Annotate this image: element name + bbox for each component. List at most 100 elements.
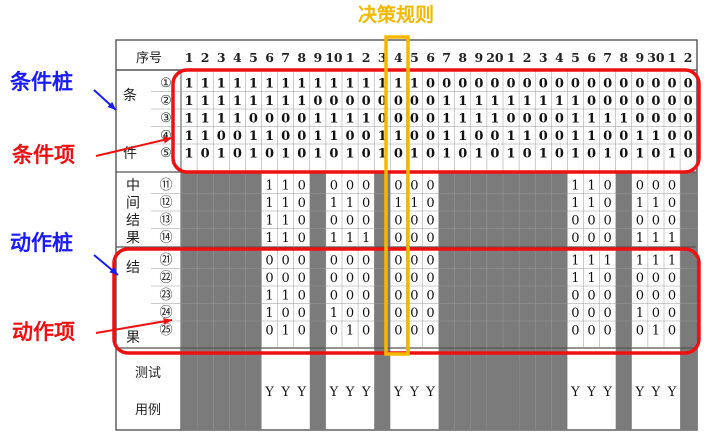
- result-id: ㉑: [159, 253, 172, 268]
- shaded-cell-block: [615, 172, 632, 430]
- result-value: 0: [587, 289, 595, 304]
- result-value: 1: [652, 324, 660, 339]
- condition-value: 0: [362, 129, 371, 144]
- shaded-cell-block: [374, 172, 391, 430]
- intermediate-group-char: 中: [126, 178, 140, 194]
- rule-number: 2: [684, 50, 693, 65]
- result-value: 0: [362, 306, 370, 321]
- shaded-cell-block: [519, 172, 536, 430]
- condition-value: 1: [394, 129, 403, 144]
- shaded-cell-block: [229, 172, 246, 430]
- rule-number: 8: [619, 50, 628, 65]
- condition-value: 1: [587, 129, 596, 144]
- intermediate-value: 1: [282, 231, 290, 246]
- result-value: 0: [604, 324, 612, 339]
- rule-number: 3: [539, 50, 548, 65]
- condition-value: 0: [217, 129, 226, 144]
- condition-value: 0: [426, 147, 435, 162]
- condition-value: 0: [201, 147, 210, 162]
- intermediate-value: 1: [265, 196, 273, 211]
- result-value: 0: [636, 271, 644, 286]
- intermediate-value: 0: [410, 179, 418, 194]
- condition-value: 0: [474, 77, 483, 92]
- intermediate-value: 0: [394, 214, 402, 229]
- condition-value: 1: [362, 77, 371, 92]
- intermediate-id: ⑪: [159, 178, 172, 193]
- condition-value: 1: [313, 112, 322, 127]
- rule-number: 4: [233, 50, 242, 65]
- result-value: 0: [636, 289, 644, 304]
- rule-number: 6: [265, 50, 274, 65]
- condition-value: 0: [297, 147, 306, 162]
- condition-value: 0: [668, 77, 677, 92]
- intermediate-value: 0: [346, 179, 354, 194]
- intermediate-value: 1: [652, 196, 660, 211]
- intermediate-value: 0: [668, 196, 676, 211]
- condition-value: 1: [185, 147, 194, 162]
- condition-value: 0: [394, 112, 403, 127]
- rule-number: 20: [486, 50, 504, 65]
- intermediate-value: 0: [362, 179, 370, 194]
- intermediate-value: 1: [587, 196, 595, 211]
- action-entry-label: 动作项: [12, 320, 75, 344]
- result-value: 0: [394, 306, 402, 321]
- shaded-cell-block: [309, 172, 326, 430]
- condition-value: 1: [217, 77, 226, 92]
- condition-value: 0: [394, 94, 403, 109]
- result-value: 1: [346, 324, 354, 339]
- intermediate-value: 0: [636, 179, 644, 194]
- condition-value: 0: [619, 129, 628, 144]
- condition-value: 0: [684, 147, 693, 162]
- intermediate-value: 0: [604, 196, 612, 211]
- condition-value: 1: [410, 77, 419, 92]
- condition-value: 0: [539, 77, 548, 92]
- shaded-cell-block: [213, 172, 230, 430]
- shaded-cell-block: [197, 172, 214, 430]
- testcase-label: 用例: [135, 403, 161, 418]
- result-group-char: 结: [126, 260, 140, 276]
- intermediate-value: 0: [298, 231, 306, 246]
- result-id: ㉒: [159, 271, 172, 286]
- intermediate-value: 0: [652, 179, 660, 194]
- result-value: 1: [571, 254, 579, 269]
- rule-number: 1: [346, 50, 355, 65]
- intermediate-value: 1: [394, 196, 402, 211]
- testcase-value: Y: [425, 385, 435, 400]
- result-value: 0: [330, 324, 338, 339]
- condition-value: 1: [329, 77, 338, 92]
- condition-value: 0: [297, 112, 306, 127]
- intermediate-value: 0: [604, 231, 612, 246]
- intermediate-value: 1: [265, 214, 273, 229]
- intermediate-id: ⑫: [159, 196, 172, 211]
- condition-value: 0: [651, 147, 660, 162]
- result-value: 1: [636, 306, 644, 321]
- condition-value: 0: [265, 147, 274, 162]
- condition-value: 0: [651, 77, 660, 92]
- condition-value: 0: [426, 129, 435, 144]
- intermediate-value: 1: [265, 179, 273, 194]
- intermediate-value: 1: [346, 196, 354, 211]
- condition-value: 1: [507, 129, 516, 144]
- shaded-cell-block: [438, 172, 455, 430]
- result-value: 0: [394, 289, 402, 304]
- intermediate-value: 1: [330, 196, 338, 211]
- seq-header: 序号: [136, 51, 162, 66]
- intermediate-value: 0: [587, 214, 595, 229]
- rule-number: 4: [394, 50, 403, 65]
- condition-value: 0: [426, 94, 435, 109]
- condition-value: 1: [329, 129, 338, 144]
- result-value: 0: [394, 324, 402, 339]
- result-value: 0: [362, 271, 370, 286]
- result-value: 1: [587, 254, 595, 269]
- condition-value: 0: [555, 129, 564, 144]
- testcase-value: Y: [602, 385, 612, 400]
- result-value: 0: [265, 324, 273, 339]
- condition-group-char: 条: [123, 87, 137, 104]
- condition-value: 0: [249, 112, 258, 127]
- condition-value: 0: [410, 112, 419, 127]
- shaded-cell-block: [486, 172, 503, 430]
- result-group-char: 果: [126, 330, 140, 346]
- condition-value: 0: [635, 112, 644, 127]
- result-value: 0: [410, 324, 418, 339]
- intermediate-value: 0: [426, 214, 434, 229]
